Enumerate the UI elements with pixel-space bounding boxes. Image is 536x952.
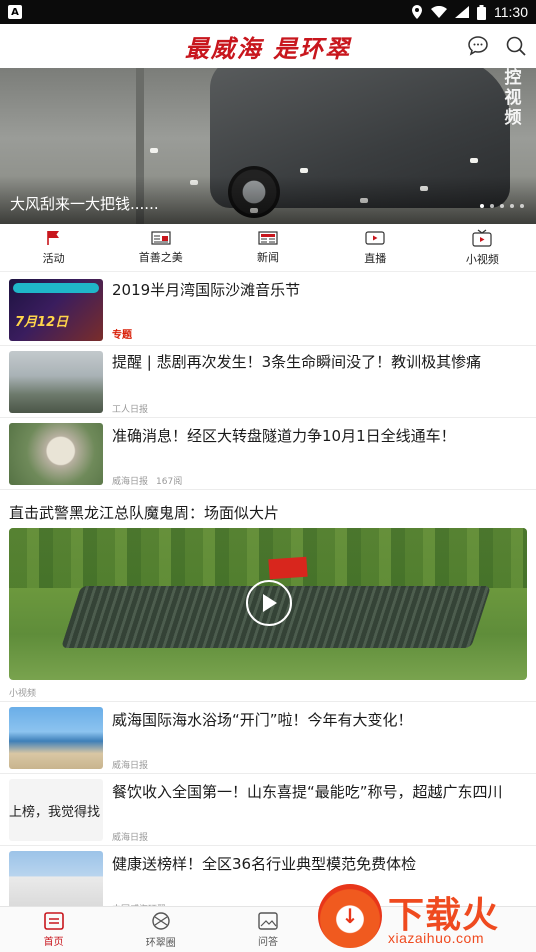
location-icon <box>412 5 422 19</box>
list-item[interactable]: 准确消息！经区大转盘隧道力争10月1日全线通车！ 威海日报 167阅 <box>0 418 536 490</box>
nav-item-shoushan[interactable]: 首善之美 <box>107 224 214 271</box>
tv-icon <box>472 229 493 247</box>
news-title: 准确消息！经区大转盘隧道力争10月1日全线通车！ <box>112 427 456 445</box>
watermark-site: xiazaihuo.com <box>388 930 484 946</box>
topic-tag: 专题 <box>112 330 132 341</box>
banner-carousel[interactable]: 控视频 大风刮来一大把钱...... <box>0 68 536 224</box>
home-icon <box>43 911 64 930</box>
live-icon <box>365 230 385 245</box>
app-header: 最威海 是环翠 <box>0 24 536 68</box>
video-title: 直击武警黑龙江总队魔鬼周：场面似大片 <box>9 504 280 522</box>
app-notification-icon: A <box>8 5 22 19</box>
status-bar: A 11:30 <box>0 0 536 24</box>
news-icon <box>258 230 278 245</box>
nav-item-news[interactable]: 新闻 <box>214 224 321 271</box>
site-watermark: ↓ 下载火 xiazaihuo.com <box>312 880 536 952</box>
header-actions <box>466 34 528 58</box>
news-title: 提醒 | 悲剧再次发生！3条生命瞬间没了！教训极其惨痛 <box>112 353 482 371</box>
news-thumbnail: 上榜，我觉得找 <box>9 779 103 841</box>
play-button[interactable] <box>246 580 292 626</box>
battery-icon <box>477 4 486 20</box>
list-item[interactable]: 7月12日 2019半月湾国际沙滩音乐节 专题 <box>0 272 536 346</box>
image-icon <box>258 911 278 930</box>
video-card[interactable]: 直击武警黑龙江总队魔鬼周：场面似大片 小视频 <box>0 490 536 702</box>
search-icon[interactable] <box>504 34 528 58</box>
wifi-icon <box>431 6 447 18</box>
news-thumbnail <box>9 351 103 413</box>
tab-huancui-circle[interactable]: 环翠圈 <box>107 907 214 952</box>
newspaper-icon <box>151 230 171 245</box>
category-nav: 活动 首善之美 新闻 直播 小视频 <box>0 224 536 272</box>
clock: 11:30 <box>494 4 528 20</box>
chat-icon[interactable] <box>466 34 490 58</box>
list-item[interactable]: 上榜，我觉得找 餐饮收入全国第一！山东喜提“最能吃”称号，超越广东四川 威海日报 <box>0 774 536 846</box>
news-source: 工人日报 <box>112 405 149 415</box>
nav-item-activity[interactable]: 活动 <box>0 224 107 271</box>
news-thumbnail: 7月12日 <box>9 279 103 341</box>
circle-icon <box>152 911 170 930</box>
banner-watermark: 控视频 <box>504 68 522 128</box>
status-icons: 11:30 <box>411 4 528 20</box>
list-item[interactable]: 提醒 | 悲剧再次发生！3条生命瞬间没了！教训极其惨痛 工人日报 <box>0 346 536 418</box>
news-thumbnail <box>9 851 103 913</box>
news-title: 餐饮收入全国第一！山东喜提“最能吃”称号，超越广东四川 <box>112 783 503 801</box>
news-title: 威海国际海水浴场“开门”啦！今年有大变化！ <box>112 711 413 729</box>
video-category-label: 小视频 <box>9 689 37 699</box>
news-thumbnail <box>9 707 103 769</box>
tab-home[interactable]: 首页 <box>0 907 107 952</box>
news-source: 威海日报 <box>112 833 149 843</box>
carousel-indicators <box>480 204 524 208</box>
brand-logo: 最威海 是环翠 <box>184 33 352 63</box>
video-thumbnail[interactable] <box>9 528 527 680</box>
tab-qa[interactable]: 问答 <box>214 907 321 952</box>
news-source: 威海日报 <box>112 477 149 487</box>
banner-caption: 大风刮来一大把钱...... <box>10 195 159 213</box>
news-source: 威海日报 <box>112 761 149 771</box>
nav-item-short-video[interactable]: 小视频 <box>429 224 536 271</box>
news-thumbnail <box>9 423 103 485</box>
flag-icon <box>46 230 59 245</box>
news-title: 健康送榜样！全区36名行业典型模范免费体检 <box>112 855 417 873</box>
news-title: 2019半月湾国际沙滩音乐节 <box>112 281 301 299</box>
signal-icon <box>455 6 469 18</box>
list-item[interactable]: 威海国际海水浴场“开门”啦！今年有大变化！ 威海日报 <box>0 702 536 774</box>
nav-item-live[interactable]: 直播 <box>322 224 429 271</box>
view-count: 167阅 <box>156 477 183 487</box>
play-icon <box>263 594 277 612</box>
download-arrow-icon: ↓ <box>341 904 359 928</box>
